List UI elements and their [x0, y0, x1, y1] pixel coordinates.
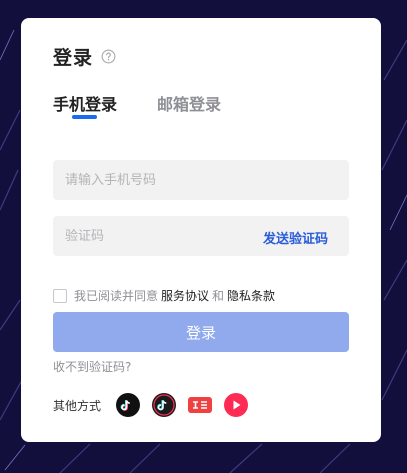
agreement-and: 和 — [212, 289, 225, 303]
xigua-icon[interactable] — [224, 393, 249, 417]
privacy-policy-link[interactable]: 隐私条款 — [227, 287, 275, 304]
active-tab-indicator — [72, 115, 97, 119]
agreement-prefix: 我已阅读并同意 — [74, 289, 159, 303]
login-title: 登录 — [53, 47, 94, 69]
phone-input[interactable] — [53, 160, 349, 200]
no-code-link[interactable]: 收不到验证码? — [53, 358, 131, 375]
send-code-button[interactable]: 发送验证码 — [263, 228, 328, 247]
douyin-icon[interactable] — [116, 393, 141, 417]
other-login-methods: 其他方式 — [53, 393, 260, 417]
login-button[interactable]: 登录 — [53, 312, 349, 352]
agreement-row: 我已阅读并同意 服务协议 和 隐私条款 — [53, 287, 278, 304]
other-methods-label: 其他方式 — [53, 398, 102, 413]
tab-email-login[interactable]: 邮箱登录 — [157, 91, 221, 115]
agreement-checkbox[interactable] — [53, 288, 67, 303]
login-card: 登录 手机登录 邮箱登录 发送验证码 我已阅读并同意 服务协议 和 隐私条款 登… — [21, 18, 381, 442]
douyin-lite-icon[interactable] — [152, 393, 177, 417]
title-row: 登录 — [53, 43, 116, 70]
tab-phone-login[interactable]: 手机登录 — [53, 91, 117, 115]
service-agreement-link[interactable]: 服务协议 — [161, 287, 209, 304]
toutiao-icon[interactable] — [188, 393, 213, 417]
help-icon[interactable] — [101, 49, 116, 64]
